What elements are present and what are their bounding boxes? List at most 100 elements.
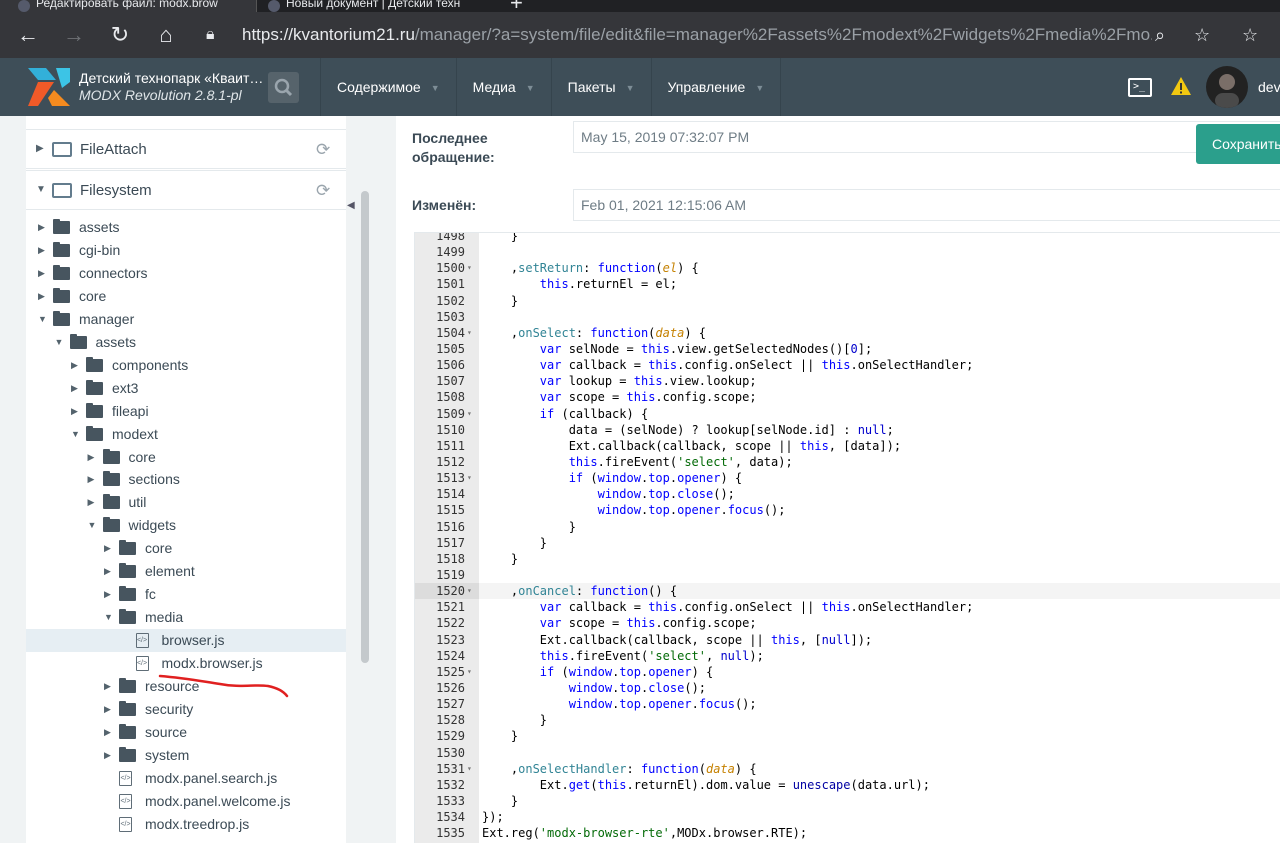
lock-icon[interactable]: 🔒︎	[206, 12, 215, 58]
chevron-right-icon[interactable]: ▶	[71, 354, 78, 377]
sidebar-scroll-thumb[interactable]	[361, 191, 369, 663]
browser-tab-active[interactable]: Редактировать файл: modx.brow	[0, 0, 256, 12]
tree-item-source[interactable]: ▶ source	[26, 721, 346, 744]
username[interactable]: dev	[1258, 79, 1280, 95]
code-line[interactable]: 1514 window.top.close();	[415, 486, 1280, 502]
tree-item-system[interactable]: ▶ system	[26, 744, 346, 767]
chevron-right-icon[interactable]: ▶	[104, 744, 111, 767]
fold-icon[interactable]: ▾	[467, 761, 477, 777]
chevron-right-icon[interactable]: ▶	[71, 377, 78, 400]
tree-item-modx-panel-welcome-js[interactable]: </> modx.panel.welcome.js	[26, 790, 346, 813]
chevron-right-icon[interactable]: ▶	[104, 698, 111, 721]
tree-item-core[interactable]: ▶ core	[26, 537, 346, 560]
code-line[interactable]: 1522 var scope = this.config.scope;	[415, 615, 1280, 631]
code-line[interactable]: 1526 window.top.close();	[415, 680, 1280, 696]
code-line[interactable]: 1516 }	[415, 519, 1280, 535]
tree-item-manager[interactable]: ▼ manager	[26, 308, 346, 331]
fold-icon[interactable]: ▾	[467, 406, 477, 422]
tree-item-assets[interactable]: ▶ assets	[26, 216, 346, 239]
code-line[interactable]: 1512 this.fireEvent('select', data);	[415, 454, 1280, 470]
code-line[interactable]: 1513 ▾ if (window.top.opener) {	[415, 470, 1280, 486]
code-line[interactable]: 1535 Ext.reg('modx-browser-rte',MODx.brow…	[415, 825, 1280, 841]
code-line[interactable]: 1529 }	[415, 728, 1280, 744]
code-line[interactable]: 1511 Ext.callback(callback, scope || thi…	[415, 438, 1280, 454]
tree-item-modx-browser-js[interactable]: </> modx.browser.js	[26, 652, 346, 675]
code-editor[interactable]: 1498 } 1499 1500 ▾ ,setReturn: function(el)…	[414, 232, 1280, 843]
modified-field[interactable]: Feb 01, 2021 12:15:06 AM	[573, 189, 1280, 221]
code-line[interactable]: 1519	[415, 567, 1280, 583]
tree-item-modx-treedrop-js[interactable]: </> modx.treedrop.js	[26, 813, 346, 836]
tree-section-filesystem[interactable]: ▼ Filesystem ⟳	[26, 170, 346, 210]
code-line[interactable]: 1510 data = (selNode) ? lookup[selNode.i…	[415, 422, 1280, 438]
reload-icon[interactable]: ↻	[100, 12, 140, 58]
code-lines[interactable]: 1498 } 1499 1500 ▾ ,setReturn: function(el)…	[415, 233, 1280, 841]
tree-item-assets[interactable]: ▼ assets	[26, 331, 346, 354]
terminal-icon[interactable]: >_	[1128, 78, 1152, 97]
tree-item-cgi-bin[interactable]: ▶ cgi-bin	[26, 239, 346, 262]
browser-tab[interactable]: Новый документ | Детский техн	[258, 0, 500, 12]
code-line[interactable]: 1503	[415, 309, 1280, 325]
code-line[interactable]: 1500 ▾ ,setReturn: function(el) {	[415, 260, 1280, 276]
tree-item-fileapi[interactable]: ▶ fileapi	[26, 400, 346, 423]
code-line[interactable]: 1534});	[415, 809, 1280, 825]
chevron-right-icon[interactable]: ▶	[88, 446, 95, 469]
url-field[interactable]: https://kvantorium21.ru/manager/?a=syste…	[242, 12, 1152, 58]
chevron-right-icon[interactable]: ▶	[104, 583, 111, 606]
new-tab-icon[interactable]: +	[510, 0, 523, 12]
chevron-down-icon[interactable]: ▼	[71, 423, 80, 446]
code-line[interactable]: 1508 var scope = this.config.scope;	[415, 389, 1280, 405]
chevron-down-icon[interactable]: ▼	[55, 331, 64, 354]
chevron-down-icon[interactable]: ▼	[36, 184, 46, 195]
chevron-right-icon[interactable]: ▶	[38, 262, 45, 285]
fold-icon[interactable]: ▾	[467, 470, 477, 486]
tree-item-fc[interactable]: ▶ fc	[26, 583, 346, 606]
zoom-icon[interactable]: ⌕	[1155, 12, 1165, 58]
tree-item-browser-js[interactable]: </> browser.js	[26, 629, 346, 653]
tree-item-sections[interactable]: ▶ sections	[26, 468, 346, 491]
chevron-right-icon[interactable]: ▶	[88, 491, 95, 514]
avatar[interactable]	[1206, 66, 1248, 108]
fold-icon[interactable]: ▾	[467, 325, 477, 341]
tree-item-widgets[interactable]: ▼ widgets	[26, 514, 346, 537]
code-line[interactable]: 1518 }	[415, 551, 1280, 567]
code-line[interactable]: 1532 Ext.get(this.returnEl).dom.value = …	[415, 777, 1280, 793]
nav-content[interactable]: Содержимое ▼	[320, 58, 456, 116]
code-line[interactable]: 1502 }	[415, 293, 1280, 309]
back-icon[interactable]: ←	[8, 12, 48, 58]
code-line[interactable]: 1505 var selNode = this.view.getSelected…	[415, 341, 1280, 357]
chevron-down-icon[interactable]: ▼	[38, 308, 47, 331]
chevron-right-icon[interactable]: ▶	[104, 537, 111, 560]
fold-icon[interactable]: ▾	[467, 583, 477, 599]
last-access-field[interactable]: May 15, 2019 07:32:07 PM	[573, 121, 1280, 153]
refresh-icon[interactable]: ⟳	[316, 140, 330, 160]
tree-item-modext[interactable]: ▼ modext	[26, 423, 346, 446]
code-line[interactable]: 1515 window.top.opener.focus();	[415, 502, 1280, 518]
tree-item-modx-panel-search-js[interactable]: </> modx.panel.search.js	[26, 767, 346, 790]
code-line[interactable]: 1507 var lookup = this.view.lookup;	[415, 373, 1280, 389]
code-line[interactable]: 1509 ▾ if (callback) {	[415, 406, 1280, 422]
nav-manage[interactable]: Управление ▼	[650, 58, 781, 116]
code-line[interactable]: 1528 }	[415, 712, 1280, 728]
chevron-right-icon[interactable]: ▶	[104, 675, 111, 698]
code-line[interactable]: 1499	[415, 244, 1280, 260]
chevron-down-icon[interactable]: ▼	[88, 514, 97, 537]
tree-item-connectors[interactable]: ▶ connectors	[26, 262, 346, 285]
favorites-icon[interactable]: ☆	[1242, 12, 1258, 58]
tree-item-components[interactable]: ▶ components	[26, 354, 346, 377]
code-line[interactable]: 1520 ▾ ,onCancel: function() {	[415, 583, 1280, 600]
chevron-right-icon[interactable]: ▶	[36, 143, 44, 154]
chevron-right-icon[interactable]: ▶	[38, 285, 45, 308]
modx-logo[interactable]	[28, 68, 70, 106]
code-line[interactable]: 1524 this.fireEvent('select', null);	[415, 648, 1280, 664]
chevron-right-icon[interactable]: ▶	[38, 239, 45, 262]
code-line[interactable]: 1525 ▾ if (window.top.opener) {	[415, 664, 1280, 680]
tree-item-core[interactable]: ▶ core	[26, 285, 346, 308]
chevron-right-icon[interactable]: ▶	[88, 468, 95, 491]
tree-item-core[interactable]: ▶ core	[26, 446, 346, 469]
chevron-right-icon[interactable]: ▶	[71, 400, 78, 423]
home-icon[interactable]: ⌂	[146, 12, 186, 58]
code-line[interactable]: 1506 var callback = this.config.onSelect…	[415, 357, 1280, 373]
code-line[interactable]: 1521 var callback = this.config.onSelect…	[415, 599, 1280, 615]
code-line[interactable]: 1531 ▾ ,onSelectHandler: function(data) {	[415, 761, 1280, 777]
tree-item-ext3[interactable]: ▶ ext3	[26, 377, 346, 400]
